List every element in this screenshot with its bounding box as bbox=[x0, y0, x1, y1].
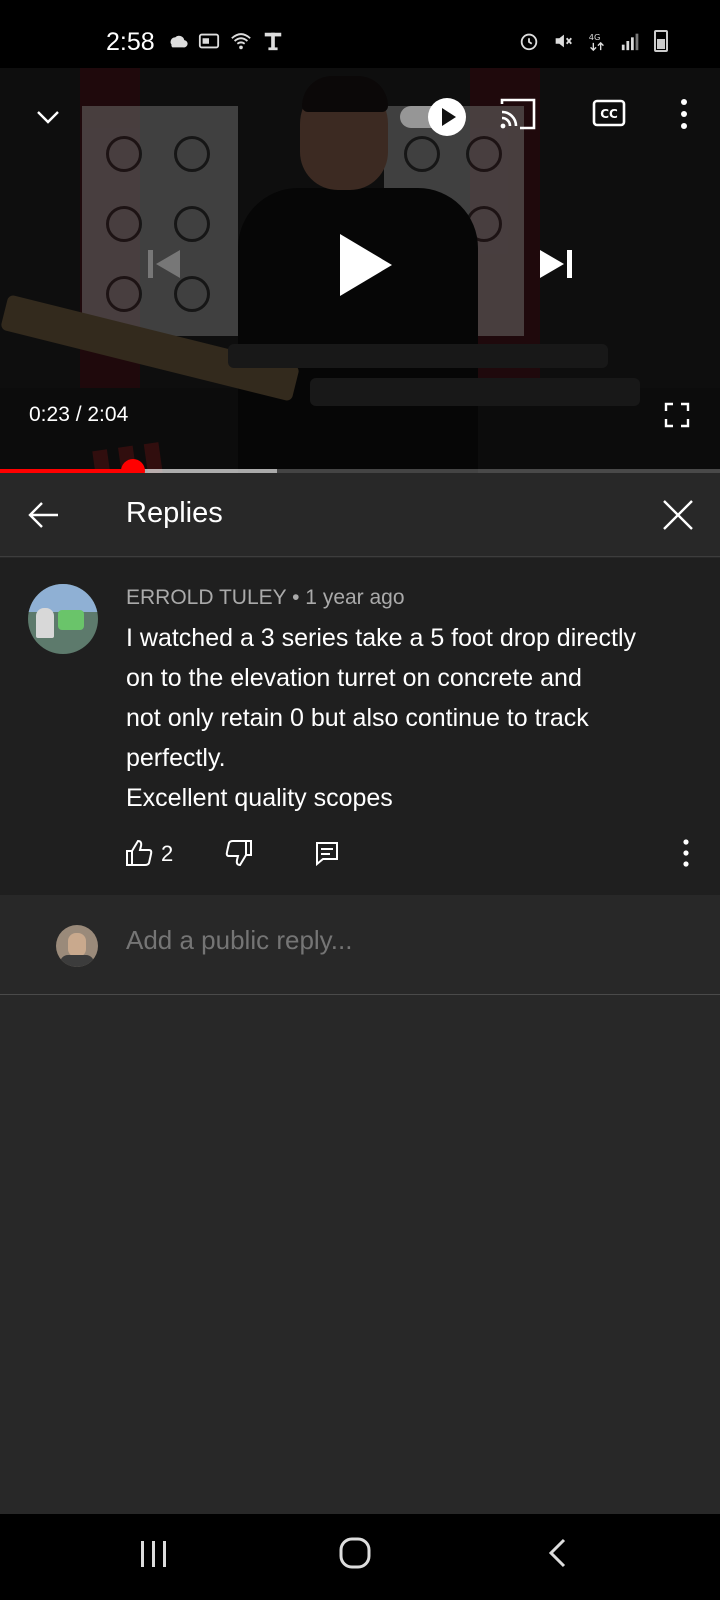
comment: ERROLD TULEY • 1 year ago I watched a 3 … bbox=[0, 558, 720, 895]
system-nav-bar bbox=[0, 1514, 720, 1600]
like-count: 2 bbox=[161, 841, 174, 866]
add-reply-row bbox=[0, 895, 720, 995]
alarm-icon bbox=[520, 33, 538, 51]
weather-icon bbox=[170, 35, 188, 48]
replies-list-empty bbox=[0, 996, 720, 1514]
autoplay-toggle[interactable] bbox=[400, 98, 466, 136]
status-left-icons bbox=[166, 30, 284, 52]
previous-icon[interactable] bbox=[144, 244, 184, 284]
more-icon[interactable] bbox=[672, 96, 696, 132]
status-time: 2:58 bbox=[106, 28, 155, 56]
dislike-icon[interactable] bbox=[224, 838, 254, 868]
comment-line: not only retain 0 but also continue to t… bbox=[126, 704, 589, 732]
comment-line: Excellent quality scopes bbox=[126, 784, 393, 812]
autoplay-play-icon bbox=[442, 108, 456, 126]
captions-icon[interactable]: CC bbox=[592, 98, 626, 128]
next-icon[interactable] bbox=[536, 244, 576, 284]
recent-apps-icon[interactable] bbox=[138, 1538, 170, 1570]
svg-text:4G: 4G bbox=[589, 32, 601, 42]
signal-icon bbox=[621, 33, 639, 51]
svg-text:CC: CC bbox=[600, 107, 618, 121]
user-avatar bbox=[56, 925, 98, 967]
comment-meta: ERROLD TULEY • 1 year ago bbox=[126, 586, 405, 609]
comment-line: perfectly. bbox=[126, 744, 226, 772]
reply-input[interactable] bbox=[126, 925, 686, 956]
fullscreen-icon[interactable] bbox=[664, 402, 690, 428]
video-time: 0:23 / 2:04 bbox=[29, 403, 129, 426]
cast-icon[interactable] bbox=[498, 96, 538, 132]
replies-title: Replies bbox=[126, 497, 223, 529]
close-icon[interactable] bbox=[660, 497, 696, 533]
minimize-icon[interactable] bbox=[34, 102, 62, 130]
commenter-avatar[interactable] bbox=[28, 584, 98, 654]
back-icon[interactable] bbox=[546, 1536, 570, 1570]
lte-icon: 4G bbox=[589, 32, 604, 52]
mail-icon bbox=[198, 33, 220, 49]
autoplay-knob bbox=[428, 98, 466, 136]
mute-icon bbox=[555, 34, 572, 48]
comment-text: I watched a 3 series take a 5 foot drop … bbox=[126, 618, 696, 818]
tmobile-icon bbox=[264, 32, 282, 51]
comment-line: I watched a 3 series take a 5 foot drop … bbox=[126, 624, 636, 652]
comment-more-icon[interactable] bbox=[678, 838, 694, 868]
comment-line: on to the elevation turret on concrete a… bbox=[126, 664, 582, 692]
video-player[interactable]: ▮▮▮ CC 0:23 / 2:04 bbox=[0, 68, 720, 473]
status-right-icons: 4G bbox=[518, 30, 668, 52]
battery-icon bbox=[654, 30, 668, 52]
like-icon[interactable] bbox=[124, 838, 154, 868]
back-arrow-icon[interactable] bbox=[26, 497, 62, 533]
comment-actions: 2 bbox=[124, 838, 704, 870]
status-bar: 2:58 4G bbox=[0, 0, 720, 68]
replies-header: Replies bbox=[0, 473, 720, 557]
play-icon[interactable] bbox=[336, 232, 396, 298]
reply-icon[interactable] bbox=[314, 840, 340, 866]
home-icon[interactable] bbox=[338, 1536, 372, 1570]
wifi-calling-icon bbox=[231, 33, 251, 50]
